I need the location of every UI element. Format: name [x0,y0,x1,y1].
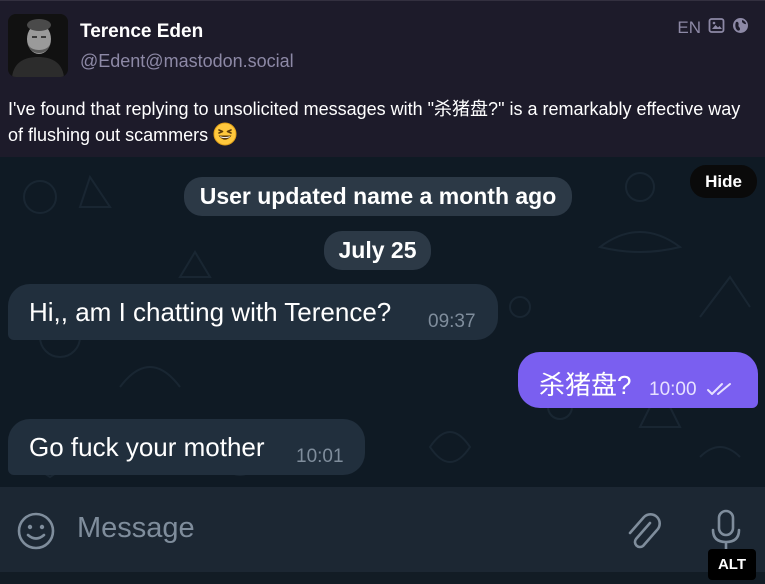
message-composer: Message [0,487,765,584]
incoming-message: Go fuck your mother 10:01 [8,419,365,475]
author-display-name[interactable]: Terence Eden [80,21,203,43]
post-content: I've found that replying to unsolicited … [8,96,743,148]
post-card: Terence Eden @Edent@mastodon.social EN I… [0,0,765,157]
message-text: Hi,, am I chatting with Terence? [29,297,392,327]
outgoing-message: 杀猪盘? 10:00 [518,352,758,408]
globe-icon [732,17,749,39]
alt-text-badge[interactable]: ALT [708,549,756,580]
service-message: User updated name a month ago [184,177,572,216]
message-text: 杀猪盘? [539,370,632,400]
composer-bottom-bar [0,572,765,584]
emoji-smile-icon [16,511,56,556]
read-double-check-icon [706,381,736,397]
message-time: 09:37 [428,311,476,332]
author-handle[interactable]: @Edent@mastodon.social [80,51,294,72]
paperclip-icon [622,509,662,558]
message-input-placeholder: Message [77,512,195,544]
grinning-squinting-face-emoji [213,122,237,146]
incoming-message: Hi,, am I chatting with Terence? 09:37 [8,284,498,340]
image-icon [708,17,725,39]
date-chip: July 25 [324,231,431,270]
post-text: I've found that replying to unsolicited … [8,99,741,145]
message-time: 10:01 [296,446,344,467]
message-text: Go fuck your mother [29,432,265,462]
language-label: EN [677,18,701,37]
chat-screenshot-image[interactable]: Hide User updated name a month ago July … [0,157,765,584]
hide-media-button[interactable]: Hide [690,165,757,198]
message-time: 10:00 [649,379,697,400]
avatar[interactable] [8,14,68,77]
post-meta: EN [677,17,749,39]
post-divider [0,0,765,1]
